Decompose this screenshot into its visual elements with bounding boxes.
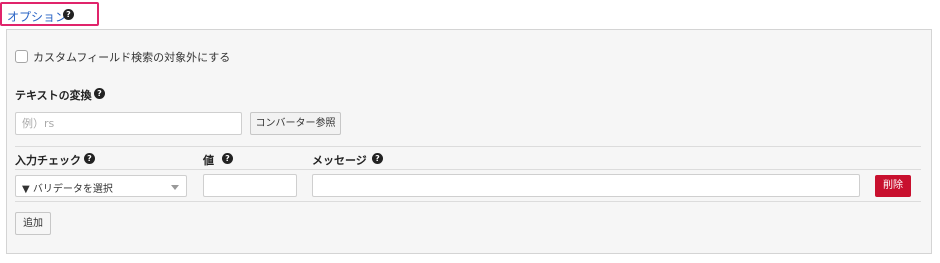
chevron-down-icon	[171, 185, 179, 190]
value-header: 値	[203, 152, 214, 168]
message-input[interactable]	[312, 174, 860, 197]
help-icon[interactable]: ?	[94, 88, 105, 99]
message-header: メッセージ	[312, 152, 367, 168]
help-icon[interactable]: ?	[63, 9, 74, 20]
input-check-header-label: 入力チェック	[15, 154, 81, 167]
message-header-label: メッセージ	[312, 154, 367, 167]
help-icon[interactable]: ?	[84, 153, 95, 164]
text-transform-input[interactable]	[15, 112, 242, 135]
converter-reference-button[interactable]: コンバーター参照	[250, 112, 341, 135]
input-check-header: 入力チェック	[15, 152, 81, 168]
help-icon[interactable]: ?	[222, 153, 233, 164]
exclude-custom-field-search-label[interactable]: カスタムフィールド検索の対象外にする	[33, 49, 230, 65]
value-input[interactable]	[203, 174, 297, 197]
value-header-label: 値	[203, 154, 214, 167]
validator-select-label: ▼ バリデータを選択	[22, 184, 113, 195]
divider	[15, 169, 921, 170]
options-tab[interactable]: オプション ?	[0, 2, 99, 26]
add-button[interactable]: 追加	[15, 212, 51, 235]
validator-select[interactable]: ▼ バリデータを選択	[15, 175, 187, 197]
text-transform-heading: テキストの変換	[15, 89, 92, 102]
exclude-custom-field-search-checkbox[interactable]	[15, 50, 28, 63]
divider	[15, 201, 921, 202]
delete-button[interactable]: 削除	[875, 175, 911, 197]
help-icon[interactable]: ?	[372, 153, 383, 164]
options-tab-label: オプション	[7, 10, 68, 24]
divider	[15, 146, 921, 147]
